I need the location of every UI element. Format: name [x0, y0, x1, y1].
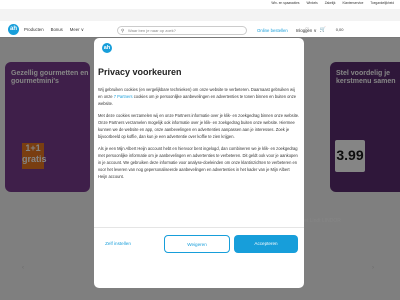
modal-title: Privacy voorkeuren: [98, 67, 182, 77]
utility-link-zakelijk[interactable]: Zakelijk: [325, 1, 336, 5]
modal-paragraph-1: Wij gebruiken cookies (en vergelijkbare …: [98, 86, 300, 107]
search-input[interactable]: ⚲ Waar ben je naar op zoek?: [117, 26, 247, 35]
modal-paragraph-3: Als je een Mijn Albert Heijn account heb…: [98, 146, 298, 179]
utility-link-win[interactable]: Win- en spaaracties: [271, 1, 299, 5]
header-icons: ♡ 🛒 0,00: [305, 27, 344, 33]
heart-icon[interactable]: ♡: [305, 27, 309, 33]
modal-body: Wij gebruiken cookies (en vergelijkbare …: [98, 86, 300, 185]
main-nav: Producten Bonus Meer ∨: [24, 27, 84, 33]
accept-button[interactable]: Accepteren: [234, 235, 298, 253]
modal-divider: [94, 227, 304, 228]
self-settings-button[interactable]: Zelf instellen: [96, 235, 140, 253]
nav-bonus[interactable]: Bonus: [51, 27, 63, 33]
utility-link-klantenservice[interactable]: Klantenservice: [343, 1, 364, 5]
nav-producten[interactable]: Producten: [24, 27, 44, 33]
cart-icon[interactable]: 🛒: [319, 27, 325, 33]
online-bestellen-link[interactable]: Online bestellen: [257, 28, 288, 34]
refuse-button[interactable]: Weigeren: [164, 235, 230, 253]
utility-links: Win- en spaaracties Winkels Zakelijk Kla…: [271, 1, 394, 5]
top-utility-bar: Win- en spaaracties Winkels Zakelijk Kla…: [0, 0, 400, 9]
ah-logo[interactable]: ah: [8, 24, 19, 35]
search-icon: ⚲: [121, 28, 125, 33]
nav-meer[interactable]: Meer ∨: [70, 27, 84, 33]
cart-amount: 0,00: [335, 27, 344, 32]
utility-link-toegankelijkheid[interactable]: Toegankelijkheid: [370, 1, 394, 5]
utility-link-winkels[interactable]: Winkels: [307, 1, 318, 5]
modal-paragraph-2: Met deze cookies verzamelen wij en onze …: [98, 113, 300, 139]
partners-link[interactable]: 7 Partners: [114, 94, 133, 99]
search-placeholder: Waar ben je naar op zoek?: [128, 28, 176, 33]
modal-ah-logo: ah: [102, 43, 112, 53]
